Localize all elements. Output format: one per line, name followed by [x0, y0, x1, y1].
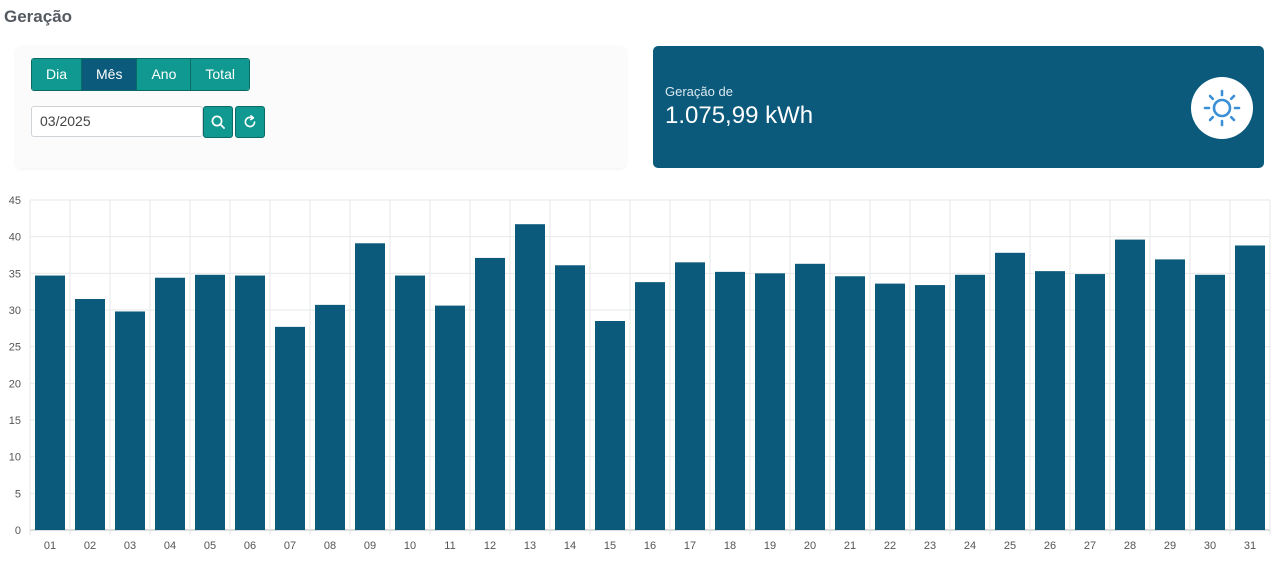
bar-day-06[interactable]	[235, 275, 265, 530]
x-tick-label: 06	[244, 540, 256, 552]
y-tick-label: 15	[9, 415, 21, 427]
y-tick-label: 30	[9, 305, 21, 317]
search-button[interactable]	[203, 106, 233, 138]
x-tick-label: 15	[604, 540, 616, 552]
generation-summary-card: Geração de 1.075,99 kWh	[653, 46, 1264, 168]
y-tick-label: 0	[15, 525, 21, 537]
bar-day-25[interactable]	[995, 252, 1025, 531]
x-tick-label: 25	[1004, 540, 1016, 552]
bar-day-05[interactable]	[195, 274, 225, 530]
x-tick-label: 28	[1124, 540, 1136, 552]
y-tick-label: 25	[9, 342, 21, 354]
x-tick-label: 17	[684, 540, 696, 552]
bar-day-07[interactable]	[275, 326, 305, 530]
x-tick-label: 14	[564, 540, 576, 552]
generation-chart: 0 5 10 15 20 25 30 35 40 45 01 02 03 04 05 06 07 08 09 10 11…	[0, 188, 1280, 568]
bar-day-28[interactable]	[1115, 239, 1145, 530]
bar-day-29[interactable]	[1155, 259, 1185, 530]
bar-day-12[interactable]	[475, 257, 505, 530]
date-input[interactable]: 03/2025	[31, 106, 203, 137]
bar-day-22[interactable]	[875, 283, 905, 530]
x-tick-label: 31	[1244, 540, 1256, 552]
bar-day-26[interactable]	[1035, 271, 1065, 530]
x-tick-label: 02	[84, 540, 96, 552]
bar-day-15[interactable]	[595, 321, 625, 530]
y-tick-label: 5	[15, 488, 21, 500]
x-tick-label: 05	[204, 540, 216, 552]
bar-day-16[interactable]	[635, 282, 665, 530]
bar-day-18[interactable]	[715, 271, 745, 530]
bar-day-04[interactable]	[155, 277, 185, 530]
bar-day-01[interactable]	[35, 275, 65, 530]
bar-day-30[interactable]	[1195, 274, 1225, 530]
bar-day-03[interactable]	[115, 311, 145, 530]
x-tick-label: 10	[404, 540, 416, 552]
bar-day-19[interactable]	[755, 273, 785, 530]
x-tick-label: 07	[284, 540, 296, 552]
period-day-button[interactable]: Dia	[32, 59, 83, 90]
x-tick-label: 03	[124, 540, 136, 552]
period-year-button[interactable]: Ano	[137, 59, 192, 90]
period-total-button[interactable]: Total	[191, 59, 249, 90]
bar-day-02[interactable]	[75, 299, 105, 530]
refresh-button[interactable]	[235, 106, 265, 138]
x-tick-label: 18	[724, 540, 736, 552]
x-tick-label: 27	[1084, 540, 1096, 552]
y-tick-label: 35	[9, 268, 21, 280]
y-tick-label: 20	[9, 378, 21, 390]
bar-day-17[interactable]	[675, 262, 705, 530]
x-tick-label: 20	[804, 540, 816, 552]
refresh-icon	[244, 115, 256, 128]
x-tick-label: 29	[1164, 540, 1176, 552]
period-month-button[interactable]: Mês	[82, 59, 138, 90]
bar-day-20[interactable]	[795, 263, 825, 530]
bar-day-24[interactable]	[955, 274, 985, 530]
sun-badge	[1191, 77, 1253, 139]
y-tick-label: 40	[9, 232, 21, 244]
x-tick-label: 24	[964, 540, 976, 552]
x-tick-label: 21	[844, 540, 856, 552]
x-tick-label: 19	[764, 540, 776, 552]
bar-day-14[interactable]	[555, 265, 585, 530]
x-tick-label: 09	[364, 540, 376, 552]
bar-day-13[interactable]	[515, 224, 545, 530]
page-title: Geração	[4, 7, 73, 26]
bar-day-11[interactable]	[435, 305, 465, 530]
bar-day-10[interactable]	[395, 275, 425, 530]
bar-day-31[interactable]	[1235, 245, 1265, 530]
sun-icon	[1203, 89, 1241, 127]
x-tick-label: 26	[1044, 540, 1056, 552]
x-tick-label: 22	[884, 540, 896, 552]
x-tick-label: 23	[924, 540, 936, 552]
x-tick-label: 16	[644, 540, 656, 552]
x-tick-label: 04	[164, 540, 176, 552]
y-tick-label: 45	[9, 195, 21, 207]
generation-bar-chart: 05101520253035404501 02 03 04 05 06 07 08 09 10 11…	[9, 195, 1271, 552]
x-tick-label: 01	[44, 540, 56, 552]
bar-day-23[interactable]	[915, 285, 945, 530]
search-icon	[211, 115, 225, 129]
bar-day-27[interactable]	[1075, 274, 1105, 530]
bar-day-21[interactable]	[835, 276, 865, 530]
filter-card: Dia Mês Ano Total 03/2025	[16, 46, 626, 168]
generation-value: 1.075,99 kWh	[665, 102, 814, 129]
x-tick-label: 12	[484, 540, 496, 552]
generation-label: Geração de	[665, 84, 733, 99]
x-tick-label: 08	[324, 540, 336, 552]
x-tick-label: 13	[524, 540, 536, 552]
x-tick-label: 30	[1204, 540, 1216, 552]
y-tick-label: 10	[9, 452, 21, 464]
x-tick-label: 11	[444, 540, 455, 552]
bar-day-09[interactable]	[355, 243, 385, 530]
period-selector: Dia Mês Ano Total	[31, 58, 250, 91]
bar-day-08[interactable]	[315, 304, 345, 530]
